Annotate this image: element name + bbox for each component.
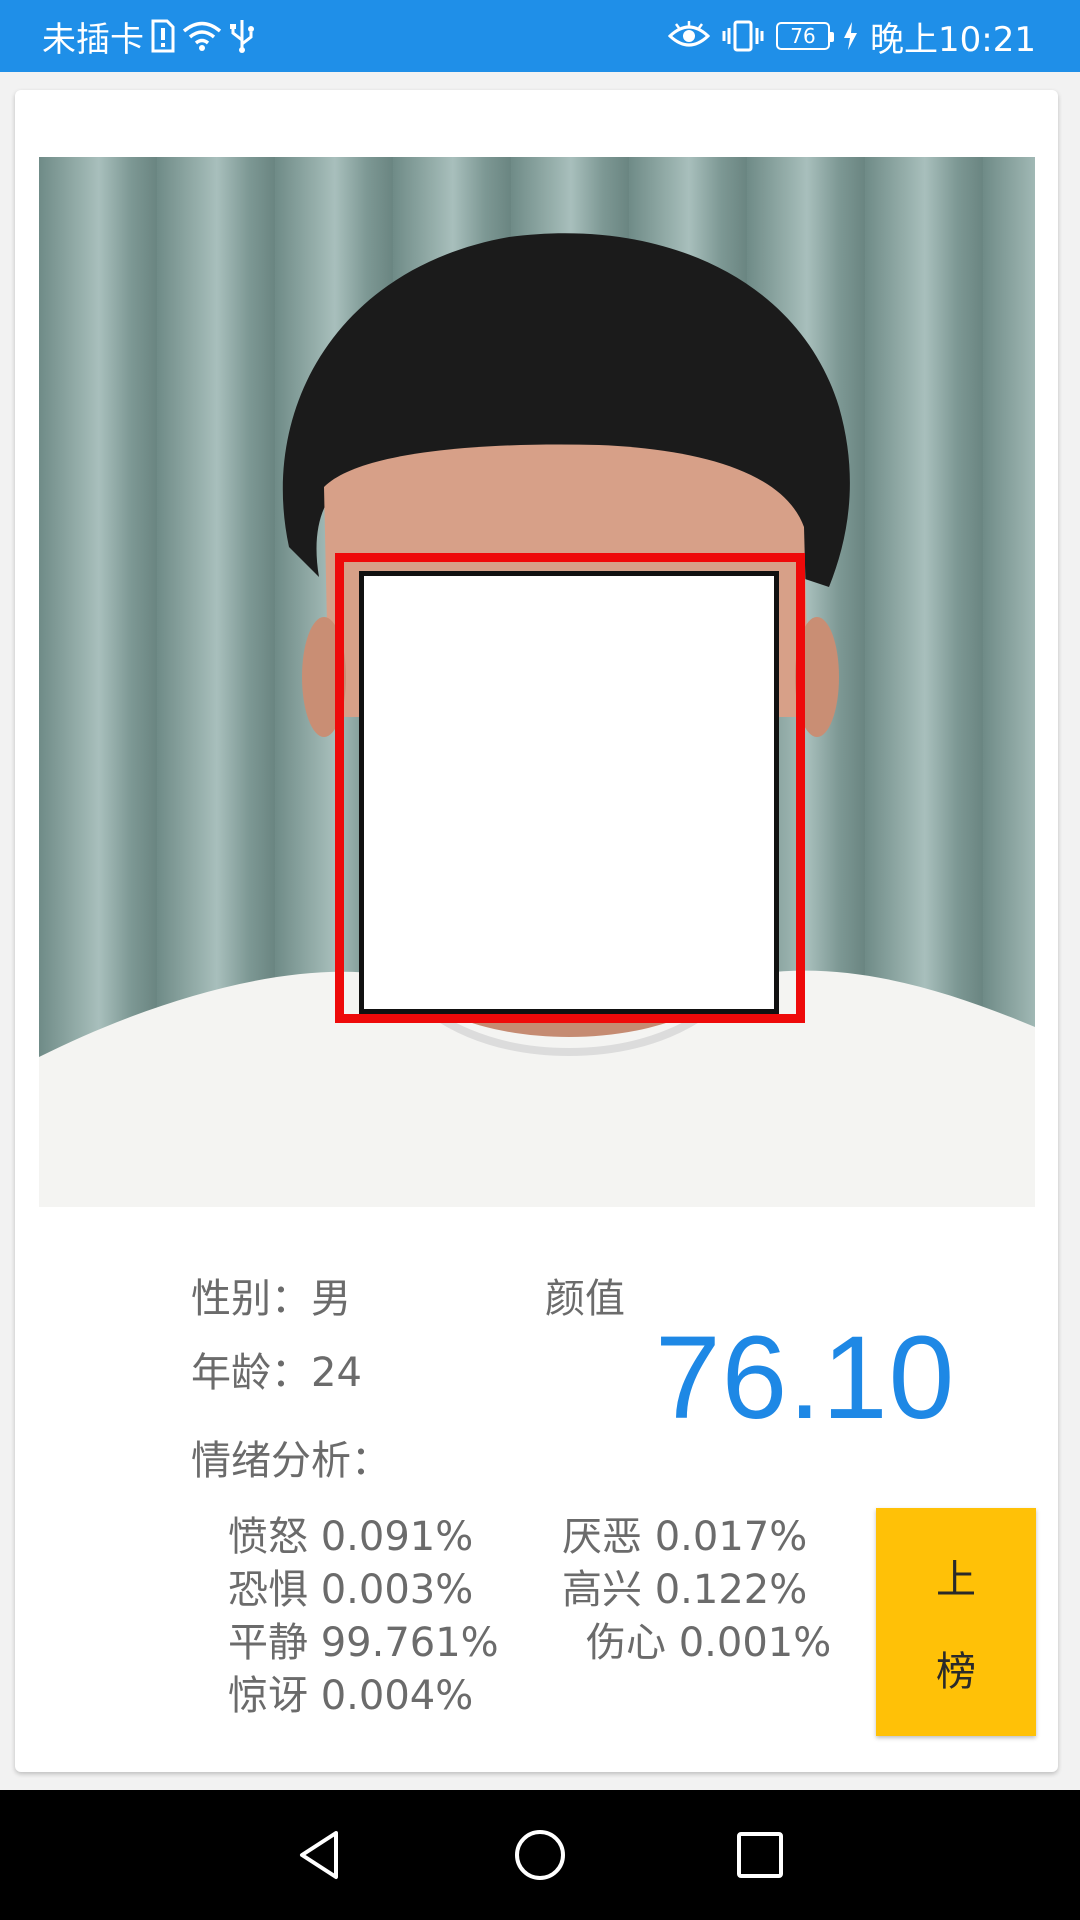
sim-alert-icon <box>150 19 176 53</box>
emotion-calm: 平静 99.761% <box>228 1620 499 1666</box>
score-label: 颜值 <box>545 1276 625 1322</box>
page: 性别：男 年龄：24 情绪分析： 颜值 76.10 愤怒 0.091% 厌恶 0… <box>0 72 1080 1790</box>
recents-button[interactable] <box>725 1820 795 1890</box>
time-text: 晚上10:21 <box>870 19 1036 60</box>
leaderboard-button-line1: 上 <box>936 1557 976 1603</box>
result-card: 性别：男 年龄：24 情绪分析： 颜值 76.10 愤怒 0.091% 厌恶 0… <box>15 90 1058 1772</box>
battery-icon: 76 <box>776 22 835 50</box>
gender-label: 性别：男 <box>191 1276 351 1322</box>
leaderboard-button-line2: 榜 <box>936 1649 976 1695</box>
age-label: 年龄：24 <box>191 1350 362 1396</box>
eye-comfort-icon <box>668 21 711 51</box>
emotion-surprise: 惊讶 0.004% <box>228 1673 474 1719</box>
leaderboard-button[interactable]: 上 榜 <box>876 1508 1036 1736</box>
face-photo <box>39 157 1035 1207</box>
recents-square-icon <box>737 1832 783 1878</box>
navigation-bar <box>0 1790 1080 1920</box>
emotion-title: 情绪分析： <box>191 1438 391 1484</box>
back-button[interactable] <box>285 1820 355 1890</box>
emotion-disgust: 厌恶 0.017% <box>562 1514 808 1560</box>
emotion-sad: 伤心 0.001% <box>586 1620 832 1666</box>
charging-icon <box>842 21 858 51</box>
emotion-happy: 高兴 0.122% <box>562 1567 808 1613</box>
vibrate-icon <box>722 19 764 53</box>
back-triangle-icon <box>300 1831 338 1879</box>
carrier-text: 未插卡 <box>42 19 144 60</box>
wifi-icon <box>182 20 222 52</box>
status-bar: 未插卡 76 晚上10:21 <box>0 0 1080 72</box>
score-value: 76.10 <box>655 1312 956 1444</box>
emotion-fear: 恐惧 0.003% <box>228 1567 474 1613</box>
emotion-anger: 愤怒 0.091% <box>228 1514 474 1560</box>
home-button[interactable] <box>505 1820 575 1890</box>
status-left: 未插卡 <box>0 12 256 61</box>
usb-icon <box>228 18 256 54</box>
status-right: 76 晚上10:21 <box>668 12 1080 61</box>
face-mask-overlay <box>359 571 779 1014</box>
home-circle-icon <box>515 1830 565 1880</box>
